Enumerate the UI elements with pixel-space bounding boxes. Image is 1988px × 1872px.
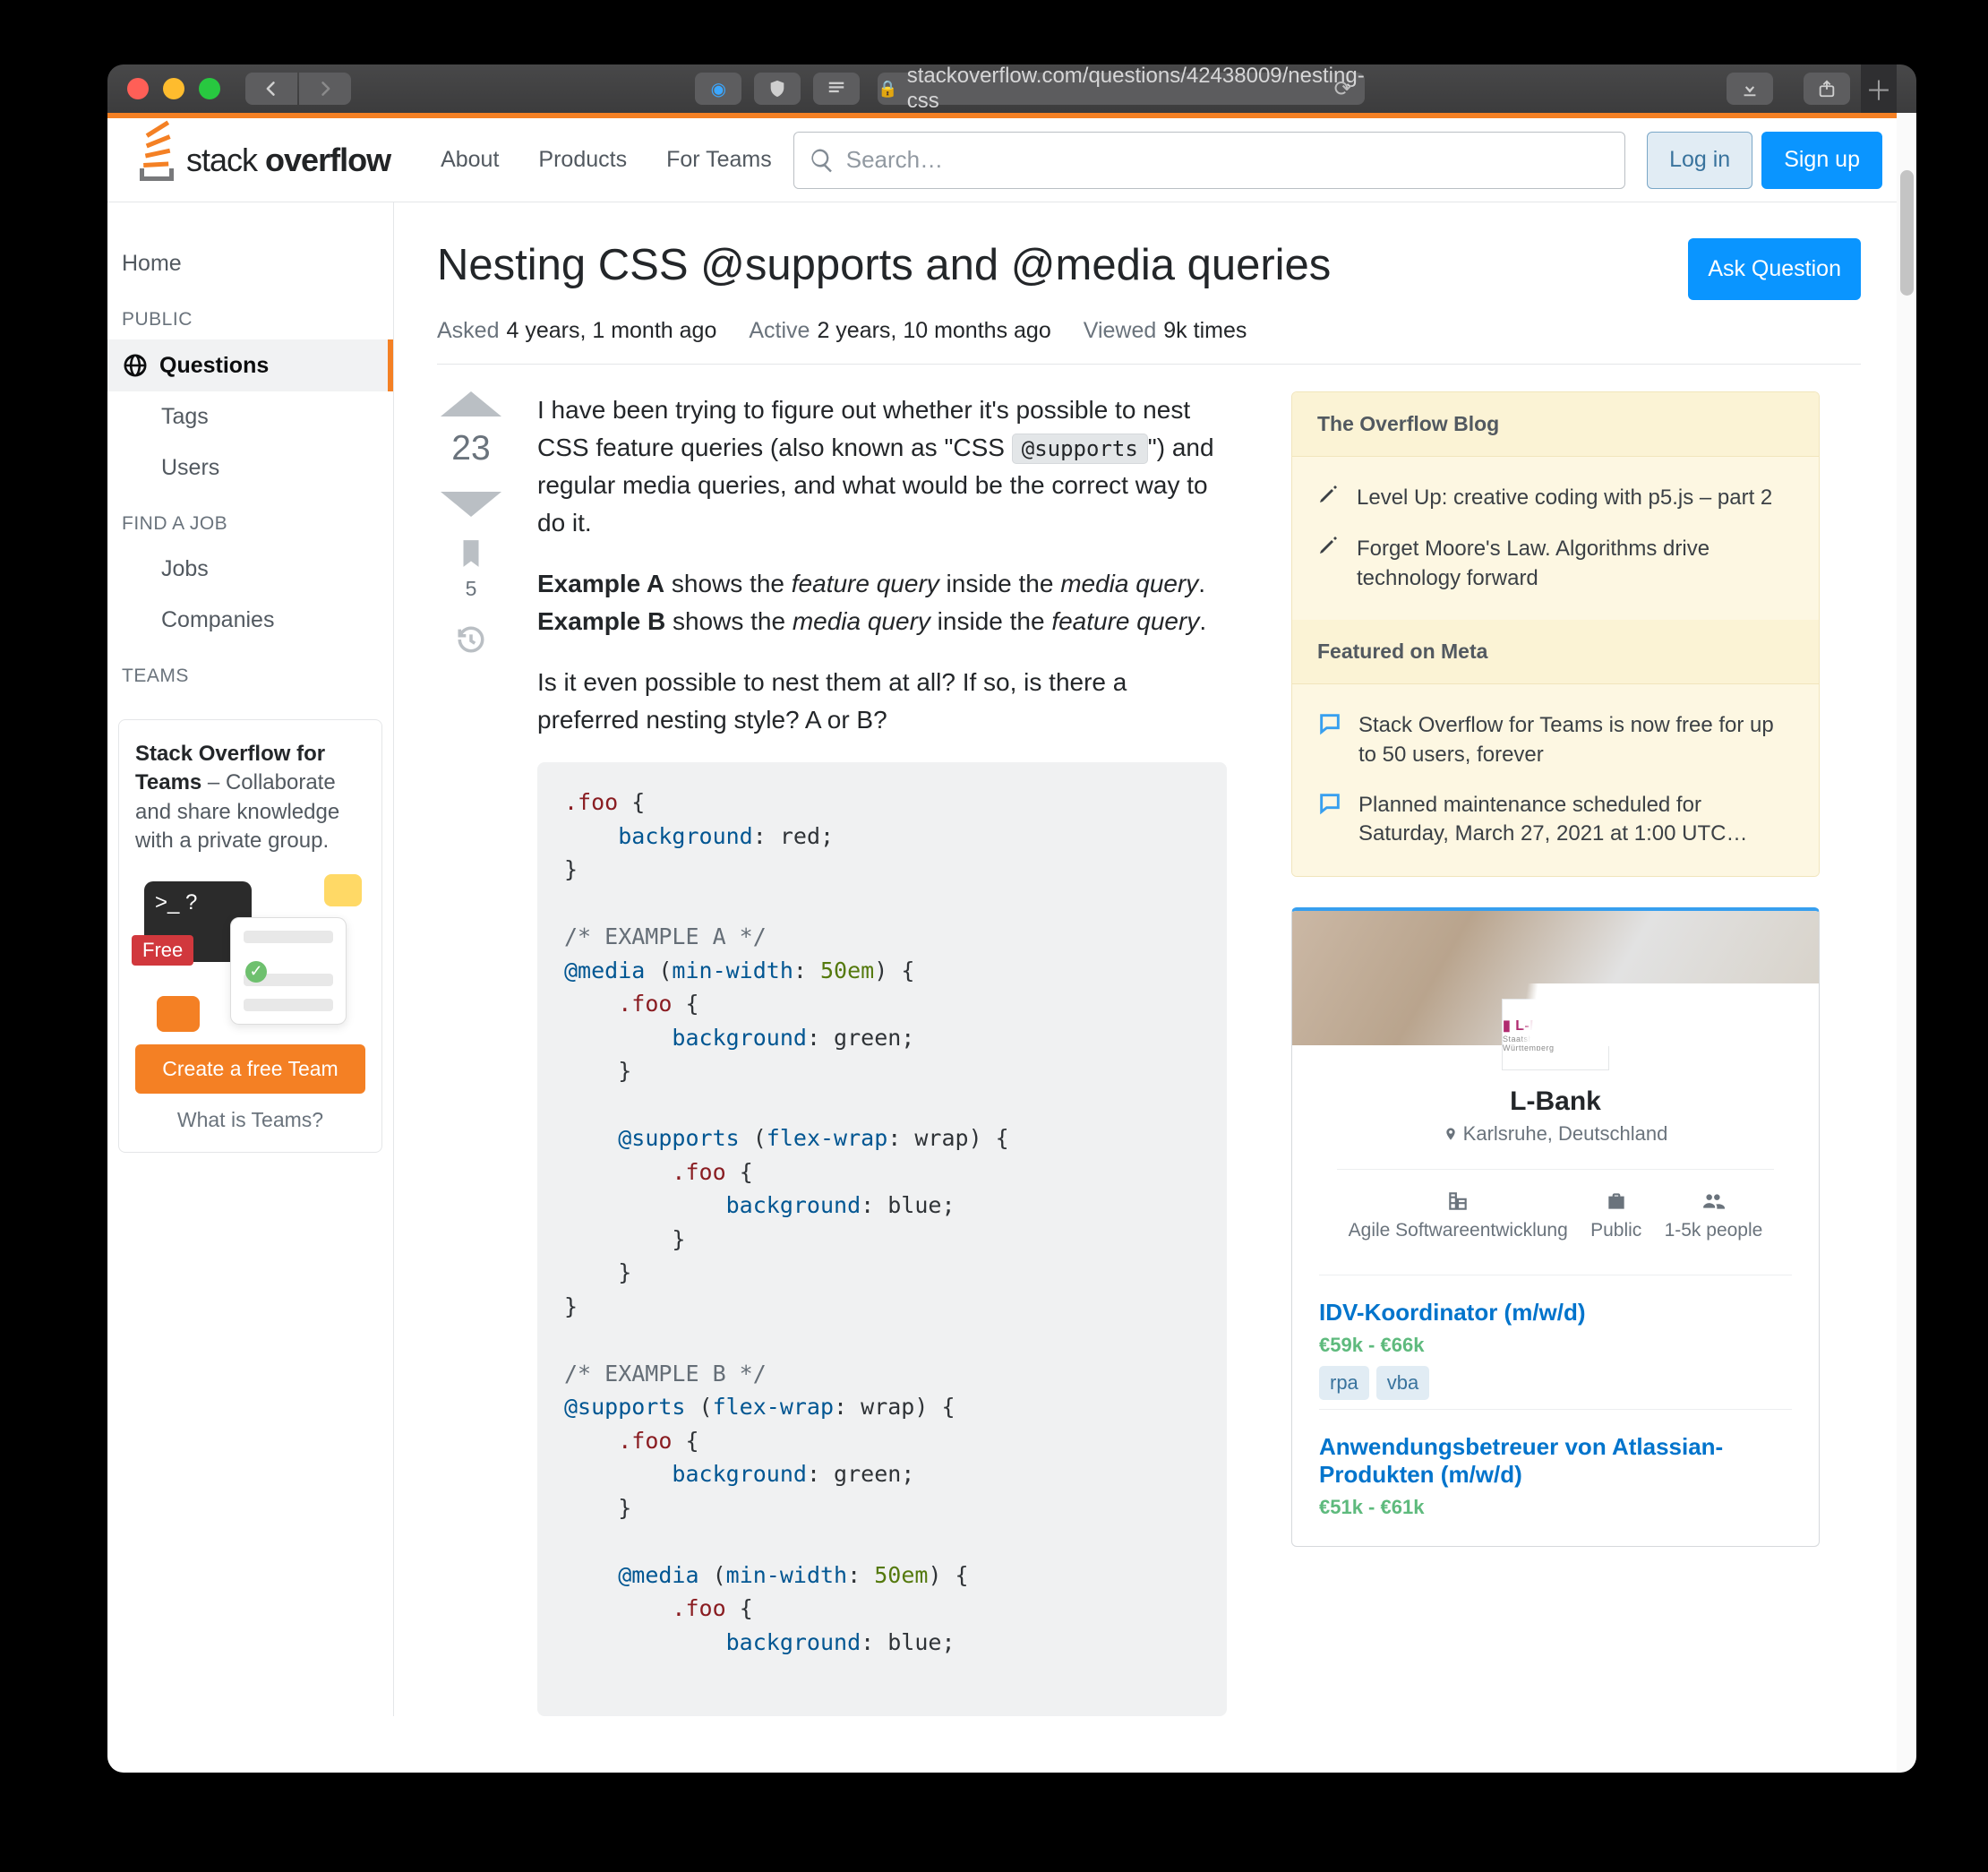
blog-link[interactable]: Forget Moore's Law. Algorithms drive tec… xyxy=(1357,535,1794,593)
job-salary: €59k - €66k xyxy=(1319,1334,1792,1357)
company-name[interactable]: L-Bank xyxy=(1319,1086,1792,1117)
url-text: stackoverflow.com/questions/42438009/nes… xyxy=(907,64,1365,114)
site-topbar: stack overflow About Products For Teams … xyxy=(107,118,1897,202)
signup-button[interactable]: Sign up xyxy=(1761,132,1882,189)
job-salary: €51k - €61k xyxy=(1319,1496,1792,1519)
vertical-scrollbar-thumb[interactable] xyxy=(1900,170,1914,296)
nav-back-button[interactable] xyxy=(245,73,297,105)
create-free-team-button[interactable]: Create a free Team xyxy=(135,1044,365,1094)
briefcase-icon xyxy=(1605,1189,1628,1213)
community-bulletin: The Overflow Blog Level Up: creative cod… xyxy=(1291,391,1820,877)
maximize-window[interactable] xyxy=(199,78,220,99)
privacy-report-icon[interactable]: ◉ xyxy=(695,73,741,105)
meta-bubble-icon xyxy=(1317,791,1342,849)
bulletin-header-blog: The Overflow Blog xyxy=(1292,392,1819,457)
bookmark-button[interactable] xyxy=(459,538,483,573)
globe-icon xyxy=(122,352,149,379)
site-logo[interactable]: stack overflow xyxy=(122,140,405,181)
building-icon xyxy=(1446,1189,1470,1213)
search-input[interactable] xyxy=(846,146,1610,174)
address-bar[interactable]: 🔒 stackoverflow.com/questions/42438009/n… xyxy=(878,73,1364,105)
what-is-teams-link[interactable]: What is Teams? xyxy=(135,1108,365,1132)
vote-column: 23 5 xyxy=(437,391,505,1716)
question-title: Nesting CSS @supports and @media queries xyxy=(437,238,1331,293)
activity-icon[interactable] xyxy=(456,624,486,659)
lock-icon: 🔒 xyxy=(878,80,897,99)
main-content: Nesting CSS @supports and @media queries… xyxy=(394,202,1897,1716)
login-button[interactable]: Log in xyxy=(1647,132,1752,189)
sidebar-item-label: Questions xyxy=(159,353,269,379)
nav-products[interactable]: Products xyxy=(538,147,627,173)
stackoverflow-icon xyxy=(136,140,177,181)
blog-link[interactable]: Level Up: creative coding with p5.js – p… xyxy=(1357,484,1772,513)
shield-icon[interactable] xyxy=(754,73,801,105)
sidebar-section-teams: TEAMS xyxy=(107,646,393,696)
sidebar-item-tags[interactable]: Tags xyxy=(107,391,393,442)
vote-score: 23 xyxy=(451,429,490,468)
nav-about[interactable]: About xyxy=(441,147,499,173)
window-controls xyxy=(127,78,220,99)
browser-window: ◉ 🔒 stackoverflow.com/questions/42438009… xyxy=(107,64,1916,1773)
topbar-nav: About Products For Teams xyxy=(441,147,772,173)
job-listing: Anwendungsbetreuer von Atlassian-Produkt… xyxy=(1319,1409,1792,1528)
people-icon xyxy=(1701,1189,1725,1213)
left-sidebar: Home PUBLIC Questions Tags Users FIND A … xyxy=(107,202,394,1716)
page-viewport: stack overflow About Products For Teams … xyxy=(107,113,1897,1773)
pencil-icon xyxy=(1317,484,1341,513)
sidebar-item-users[interactable]: Users xyxy=(107,442,393,494)
nav-forward-button[interactable] xyxy=(299,73,351,105)
question-meta: Asked4 years, 1 month ago Active2 years,… xyxy=(437,318,1861,365)
meta-link[interactable]: Planned maintenance scheduled for Saturd… xyxy=(1358,791,1794,849)
pin-icon xyxy=(1444,1125,1458,1143)
right-sidebar: The Overflow Blog Level Up: creative cod… xyxy=(1291,391,1820,1716)
downvote-button[interactable] xyxy=(441,492,501,517)
inline-code: @supports xyxy=(1012,434,1148,464)
sidebar-item-companies[interactable]: Companies xyxy=(107,595,393,646)
upvote-button[interactable] xyxy=(441,391,501,416)
company-stat-size: 1-5k people xyxy=(1665,1189,1763,1242)
nav-for-teams[interactable]: For Teams xyxy=(666,147,772,173)
company-logo: ▮ L-BANKStaatsbank für Baden-Württemberg xyxy=(1502,999,1609,1070)
meta-link[interactable]: Stack Overflow for Teams is now free for… xyxy=(1358,711,1794,769)
company-ad-card: ▮ L-BANKStaatsbank für Baden-Württemberg… xyxy=(1291,907,1820,1547)
pencil-icon xyxy=(1317,535,1341,593)
meta-bubble-icon xyxy=(1317,711,1342,769)
company-cover-image: ▮ L-BANKStaatsbank für Baden-Württemberg xyxy=(1292,911,1819,1045)
new-tab-button[interactable]: ＋ xyxy=(1861,64,1897,113)
browser-titlebar: ◉ 🔒 stackoverflow.com/questions/42438009… xyxy=(107,64,1916,113)
job-title-link[interactable]: Anwendungsbetreuer von Atlassian-Produkt… xyxy=(1319,1433,1723,1488)
downloads-icon[interactable] xyxy=(1727,73,1773,105)
sidebar-item-home[interactable]: Home xyxy=(107,238,393,289)
close-window[interactable] xyxy=(127,78,149,99)
job-title-link[interactable]: IDV-Koordinator (m/w/d) xyxy=(1319,1299,1586,1326)
job-tag[interactable]: rpa xyxy=(1319,1366,1369,1400)
site-search[interactable] xyxy=(793,132,1625,189)
sidebar-item-jobs[interactable]: Jobs xyxy=(107,544,393,595)
minimize-window[interactable] xyxy=(163,78,184,99)
sidebar-section-public: PUBLIC xyxy=(107,289,393,339)
sidebar-section-findjob: FIND A JOB xyxy=(107,494,393,544)
teams-promo-card: Stack Overflow for Teams – Collaborate a… xyxy=(118,719,382,1153)
company-stat-industry: Agile Softwareentwicklung xyxy=(1349,1189,1568,1242)
job-listing: IDV-Koordinator (m/w/d) €59k - €66k rpav… xyxy=(1319,1275,1792,1409)
share-icon[interactable] xyxy=(1804,73,1850,105)
vertical-scrollbar-track[interactable] xyxy=(1897,113,1916,1773)
reader-icon[interactable] xyxy=(813,73,860,105)
reload-icon[interactable]: ⟳ xyxy=(1334,76,1352,102)
bulletin-header-meta: Featured on Meta xyxy=(1292,620,1819,684)
teams-illustration: >_ ? Free ✓ xyxy=(135,874,365,1026)
company-location: Karlsruhe, Deutschland xyxy=(1319,1122,1792,1146)
bookmark-count: 5 xyxy=(466,577,477,601)
search-icon xyxy=(809,147,835,174)
sidebar-item-questions[interactable]: Questions xyxy=(107,339,393,391)
code-block: .foo { background: red; } /* EXAMPLE A *… xyxy=(537,762,1227,1716)
job-tag[interactable]: vba xyxy=(1376,1366,1429,1400)
site-logo-text: stack overflow xyxy=(186,142,390,179)
company-stat-type: Public xyxy=(1590,1189,1641,1242)
ask-question-button[interactable]: Ask Question xyxy=(1688,238,1861,300)
question-body: I have been trying to figure out whether… xyxy=(537,391,1227,1716)
